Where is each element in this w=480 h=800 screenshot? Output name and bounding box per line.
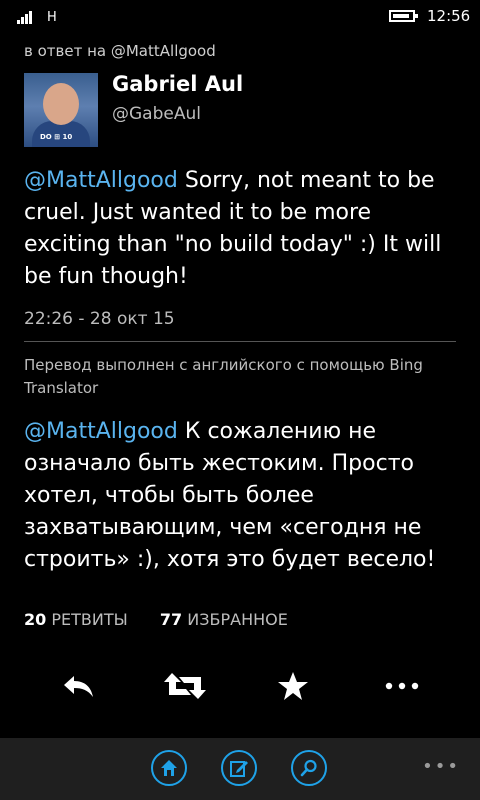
- clock: 12:56: [427, 7, 471, 25]
- tweet-stats: 20 РЕТВИТЫ 77 ИЗБРАННОЕ: [24, 610, 288, 629]
- divider: [24, 341, 456, 342]
- retweet-count[interactable]: 20: [24, 610, 46, 629]
- author-name[interactable]: Gabriel Aul: [112, 72, 243, 96]
- tweet-actions: [0, 664, 480, 708]
- reply-to-label[interactable]: в ответ на @MattAllgood: [24, 42, 216, 60]
- tweet-timestamp: 22:26 - 28 окт 15: [24, 309, 175, 329]
- translation-text: @MattAllgood К сожалению не означало быт…: [24, 416, 464, 576]
- retweet-icon[interactable]: [163, 664, 207, 708]
- favorite-count[interactable]: 77: [160, 610, 182, 629]
- appbar-more-button[interactable]: •••: [422, 756, 460, 777]
- app-bar: •••: [0, 738, 480, 800]
- favorite-label[interactable]: ИЗБРАННОЕ: [187, 610, 288, 629]
- translation-mention-link[interactable]: @MattAllgood: [24, 419, 178, 444]
- favorite-star-icon[interactable]: [271, 664, 315, 708]
- author-handle[interactable]: @GabeAul: [112, 104, 201, 124]
- status-bar: H 12:56: [0, 0, 480, 32]
- reply-icon[interactable]: [57, 664, 101, 708]
- retweet-label[interactable]: РЕТВИТЫ: [51, 610, 127, 629]
- mention-link[interactable]: @MattAllgood: [24, 168, 178, 193]
- avatar-badge: DO ⊞ 10: [40, 133, 73, 141]
- network-type: H: [47, 10, 57, 25]
- search-icon[interactable]: [291, 750, 327, 786]
- battery-icon: [389, 10, 418, 22]
- tweet-text: @MattAllgood Sorry, not meant to be crue…: [24, 165, 464, 293]
- compose-icon[interactable]: [221, 750, 257, 786]
- avatar[interactable]: DO ⊞ 10: [24, 73, 98, 147]
- translation-note: Перевод выполнен с английского с помощью…: [24, 356, 423, 397]
- more-dots-icon[interactable]: [380, 664, 424, 708]
- signal-strength-icon: [17, 10, 37, 24]
- home-icon[interactable]: [151, 750, 187, 786]
